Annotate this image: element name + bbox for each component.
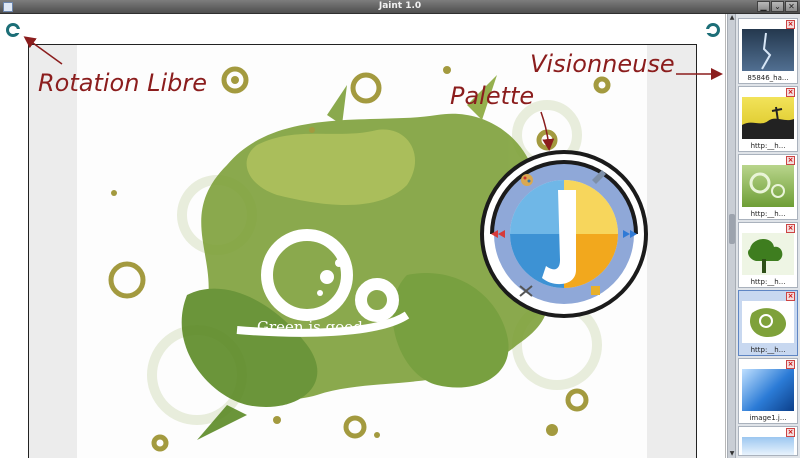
thumbnail-close-icon[interactable]: × (786, 292, 795, 301)
window-title: Jaint 1.0 (378, 1, 422, 11)
maximize-button[interactable]: ⌄ (771, 1, 784, 12)
annotation-viewer: Visionneuse (530, 50, 675, 78)
puzzle-icon[interactable] (591, 286, 600, 295)
thumbnail-4[interactable]: × http:__h... (738, 222, 798, 288)
thumbnail-7[interactable]: × (738, 426, 798, 456)
scroll-down-icon[interactable]: ▼ (728, 450, 736, 458)
annotation-palette: Palette (450, 82, 535, 110)
close-button[interactable]: ✕ (785, 1, 798, 12)
palette-icon[interactable] (521, 174, 533, 186)
thumbnail-close-icon[interactable]: × (786, 156, 795, 165)
minimize-button[interactable]: ▁ (757, 1, 770, 12)
thumbnail-close-icon[interactable]: × (786, 20, 795, 29)
thumbnail-1[interactable]: × 85846_ha... (738, 18, 798, 84)
annotation-rotation: Rotation Libre (38, 69, 207, 97)
thumbnail-caption: http:__h... (750, 142, 786, 150)
viewer-panel[interactable]: ▲ ▼ × 85846_ha... × http:__h... × http:_… (727, 14, 800, 458)
thumbnail-close-icon[interactable]: × (786, 360, 795, 369)
canvas-area[interactable]: Green is good. Rotation Libre Palette Vi… (0, 14, 726, 458)
thumbnail-caption: http:__h... (750, 278, 786, 286)
palette-wheel[interactable] (480, 150, 648, 318)
title-bar: Jaint 1.0 ▁ ⌄ ✕ (0, 0, 800, 14)
rotate-left-icon[interactable] (5, 22, 21, 38)
rotate-right-icon[interactable] (705, 22, 721, 38)
scroll-thumb[interactable] (729, 214, 735, 244)
thumbnail-5-selected[interactable]: × http:__h... (738, 290, 798, 356)
thumbnail-3[interactable]: × http:__h... (738, 154, 798, 220)
thumbnail-2[interactable]: × http:__h... (738, 86, 798, 152)
thumbnail-caption: http:__h... (750, 210, 786, 218)
artwork-tagline: Green is good. (257, 318, 368, 336)
thumbnail-6[interactable]: × image1.j... (738, 358, 798, 424)
thumbnail-close-icon[interactable]: × (786, 224, 795, 233)
thumbnail-caption: 85846_ha... (747, 74, 789, 82)
thumbnail-caption: image1.j... (749, 414, 787, 422)
thumbnail-close-icon[interactable]: × (786, 88, 795, 97)
thumbnail-close-icon[interactable]: × (786, 428, 795, 437)
scroll-up-icon[interactable]: ▲ (728, 14, 736, 22)
thumbnail-caption: http:__h... (750, 346, 786, 354)
viewer-scrollbar[interactable]: ▲ ▼ (728, 14, 736, 458)
